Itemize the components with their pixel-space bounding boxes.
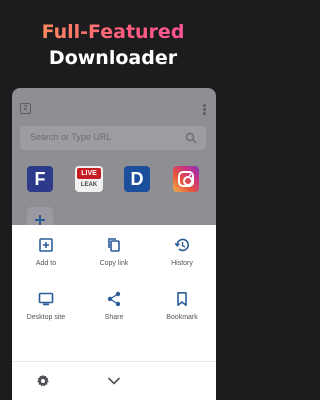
menu-copy-link-label: Copy link [99, 260, 129, 267]
bookmark-icon [177, 292, 187, 306]
menu-history[interactable]: History [148, 225, 216, 277]
shortcut-f[interactable]: F [27, 166, 53, 192]
search-input[interactable]: Search or Type URL [20, 126, 206, 150]
promo-headline: Full-Featured Downloader [0, 20, 226, 70]
shortcut-liveleak[interactable]: LIVE LEAK [75, 166, 103, 192]
gear-icon[interactable] [36, 374, 50, 388]
bottom-sheet-menu: Add to Copy link History Desktop site Sh… [12, 225, 216, 400]
browser-screen: 2 Search or Type URL F LIVE LEAK D Add t… [12, 88, 216, 400]
tab-count-button[interactable]: 2 [20, 103, 31, 114]
menu-add-to-label: Add to [35, 260, 57, 267]
browser-top-bar: 2 [12, 88, 216, 124]
more-options-icon[interactable] [203, 104, 206, 115]
liveleak-logo-top: LIVE [77, 168, 101, 179]
menu-bookmark-label: Bookmark [166, 314, 198, 321]
menu-divider [12, 361, 216, 362]
menu-history-label: History [171, 260, 193, 267]
copy-icon [108, 238, 120, 252]
search-placeholder: Search or Type URL [30, 132, 112, 142]
headline-line-1: Full-Featured [0, 20, 226, 44]
instagram-icon [178, 171, 194, 187]
search-icon[interactable] [185, 132, 197, 144]
shortcut-d-letter: D [130, 169, 144, 189]
menu-share-label: Share [104, 314, 124, 321]
menu-bookmark[interactable]: Bookmark [148, 279, 216, 331]
headline-line-2: Downloader [48, 47, 178, 69]
menu-desktop-site[interactable]: Desktop site [12, 279, 80, 331]
desktop-icon [38, 292, 54, 306]
shortcut-d[interactable]: D [124, 166, 150, 192]
share-icon [107, 291, 121, 307]
menu-share[interactable]: Share [80, 279, 148, 331]
menu-add-to[interactable]: Add to [12, 225, 80, 277]
shortcut-f-letter: F [34, 169, 46, 189]
liveleak-logo-bottom: LEAK [80, 182, 98, 188]
history-icon [174, 238, 189, 252]
chevron-down-icon[interactable] [107, 376, 121, 386]
menu-copy-link[interactable]: Copy link [80, 225, 148, 277]
add-box-icon [39, 238, 53, 252]
menu-desktop-site-label: Desktop site [26, 314, 66, 321]
shortcut-instagram[interactable] [173, 166, 199, 192]
